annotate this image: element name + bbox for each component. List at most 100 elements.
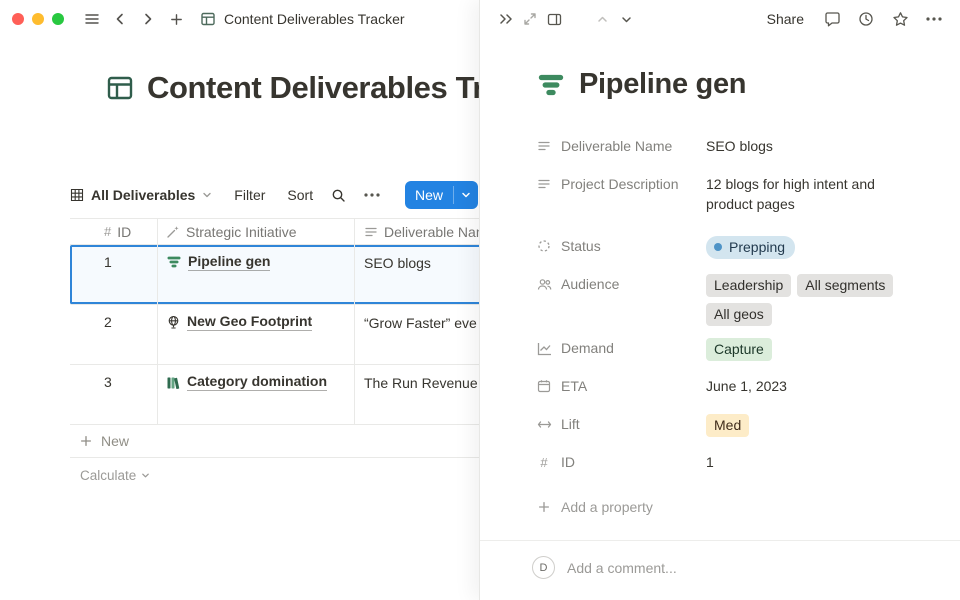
share-button[interactable]: Share	[761, 11, 810, 27]
comment-placeholder[interactable]: Add a comment...	[567, 560, 677, 576]
property-label[interactable]: Project Description	[536, 172, 706, 196]
next-record-chevron-down-icon[interactable]	[614, 7, 638, 31]
new-tab-icon[interactable]	[164, 7, 188, 31]
property-value[interactable]: June 1, 2023	[706, 374, 911, 396]
property-label[interactable]: ETA	[536, 374, 706, 398]
close-peek-double-chevron-icon[interactable]	[494, 7, 518, 31]
zoom-window-button[interactable]	[52, 13, 64, 25]
more-options-ellipsis-icon[interactable]	[922, 7, 946, 31]
globe-icon	[166, 315, 181, 330]
cell-initiative[interactable]: Category domination	[158, 365, 355, 424]
line-chart-icon	[536, 341, 552, 356]
view-name-label: All Deliverables	[91, 187, 195, 203]
column-header-initiative[interactable]: Strategic Initiative	[158, 219, 355, 244]
page-link-pipeline-gen[interactable]: Pipeline gen	[166, 253, 270, 271]
page-title: Content Deliverables Tracker	[106, 70, 479, 106]
sort-button[interactable]: Sort	[287, 187, 313, 203]
books-icon	[166, 375, 181, 390]
updates-clock-icon[interactable]	[854, 7, 878, 31]
calculate-button[interactable]: Calculate	[70, 458, 479, 492]
text-icon	[536, 177, 552, 191]
page-link-new-geo-footprint[interactable]: New Geo Footprint	[166, 313, 312, 331]
comment-composer[interactable]: D Add a comment...	[532, 556, 677, 579]
window-toolbar: Content Deliverables Tracker	[0, 0, 479, 38]
cell-id[interactable]: 3	[70, 365, 158, 424]
sidebar-menu-icon[interactable]	[80, 7, 104, 31]
property-project-description: Project Description 12 blogs for high in…	[536, 172, 936, 234]
peek-toolbar: Share	[480, 0, 960, 38]
page-table-icon	[200, 11, 216, 27]
breadcrumb[interactable]: Content Deliverables Tracker	[200, 11, 405, 27]
avatar: D	[532, 556, 555, 579]
plus-icon	[536, 500, 552, 514]
property-label[interactable]: Demand	[536, 336, 706, 360]
table-header-row: # ID Strategic Initiative Deliverable Na…	[70, 218, 479, 245]
funnel-chart-icon[interactable]	[536, 70, 566, 100]
favorite-star-icon[interactable]	[888, 7, 912, 31]
property-label[interactable]: Deliverable Name	[536, 134, 706, 158]
status-pill[interactable]: Prepping	[706, 236, 795, 259]
property-id: # ID 1	[536, 450, 936, 488]
audience-tag[interactable]: All geos	[706, 303, 772, 326]
demand-tag[interactable]: Capture	[706, 338, 772, 361]
peek-panel: Share Pipeline gen	[479, 0, 960, 600]
property-demand: Demand Capture	[536, 336, 936, 374]
peek-page-title-text[interactable]: Pipeline gen	[579, 68, 746, 101]
add-property-button[interactable]: Add a property	[536, 488, 936, 526]
comments-icon[interactable]	[820, 7, 844, 31]
forward-icon[interactable]	[136, 7, 160, 31]
property-value[interactable]: 1	[706, 450, 911, 472]
table-row-2[interactable]: 2 New Geo Footprint “Grow Faster” eve	[70, 305, 479, 365]
property-label[interactable]: Lift	[536, 412, 706, 436]
property-value[interactable]: 12 blogs for high intent and product pag…	[706, 172, 911, 214]
database-table-icon[interactable]	[106, 74, 134, 102]
deliverables-table: # ID Strategic Initiative Deliverable Na…	[70, 218, 479, 492]
cell-deliverable[interactable]: SEO blogs	[355, 245, 479, 304]
property-label[interactable]: Status	[536, 234, 706, 258]
search-icon[interactable]	[331, 188, 346, 203]
property-value[interactable]: Med	[706, 412, 911, 437]
filter-button[interactable]: Filter	[234, 187, 265, 203]
left-right-arrows-icon	[536, 417, 552, 432]
traffic-lights	[12, 13, 64, 25]
cell-id[interactable]: 1	[70, 245, 158, 304]
cell-initiative[interactable]: Pipeline gen	[158, 245, 355, 304]
cell-id[interactable]: 2	[70, 305, 158, 364]
property-value[interactable]: Leadership All segments All geos	[706, 272, 911, 326]
property-lift: Lift Med	[536, 412, 936, 450]
cell-initiative[interactable]: New Geo Footprint	[158, 305, 355, 364]
column-header-id[interactable]: # ID	[70, 219, 158, 244]
property-value[interactable]: Prepping	[706, 234, 911, 259]
cell-deliverable[interactable]: The Run Revenue S	[355, 365, 479, 424]
column-header-deliverable[interactable]: Deliverable Name	[355, 219, 479, 244]
new-button-label[interactable]: New	[405, 181, 453, 209]
property-label[interactable]: Audience	[536, 272, 706, 296]
back-icon[interactable]	[108, 7, 132, 31]
page-title-text[interactable]: Content Deliverables Tracker	[147, 70, 479, 106]
audience-tag[interactable]: Leadership	[706, 274, 791, 297]
lift-tag[interactable]: Med	[706, 414, 749, 437]
new-record-button[interactable]: New	[405, 181, 478, 209]
cell-deliverable[interactable]: “Grow Faster” eve	[355, 305, 479, 364]
view-options-ellipsis-icon[interactable]	[364, 193, 380, 197]
table-row-3[interactable]: 3 Category domination The Run Revenue S	[70, 365, 479, 425]
table-view-icon	[70, 188, 84, 202]
hash-icon: #	[536, 455, 552, 470]
funnel-chart-icon	[166, 254, 182, 270]
table-row-1[interactable]: 1 Pipeline gen SEO blogs	[70, 245, 479, 305]
property-value[interactable]: SEO blogs	[706, 134, 911, 156]
page-link-category-domination[interactable]: Category domination	[166, 373, 327, 391]
wand-icon	[166, 225, 180, 239]
close-window-button[interactable]	[12, 13, 24, 25]
property-label[interactable]: # ID	[536, 450, 706, 474]
new-button-chevron-icon[interactable]	[454, 181, 478, 209]
expand-page-icon[interactable]	[518, 7, 542, 31]
new-row-button[interactable]: New	[70, 425, 479, 458]
property-value[interactable]: Capture	[706, 336, 911, 361]
previous-record-chevron-up-icon[interactable]	[590, 7, 614, 31]
view-tab-all-deliverables[interactable]: All Deliverables	[70, 187, 212, 203]
audience-tag[interactable]: All segments	[797, 274, 893, 297]
minimize-window-button[interactable]	[32, 13, 44, 25]
open-in-side-panel-icon[interactable]	[542, 7, 566, 31]
property-list: Deliverable Name SEO blogs Project Descr…	[536, 134, 936, 526]
